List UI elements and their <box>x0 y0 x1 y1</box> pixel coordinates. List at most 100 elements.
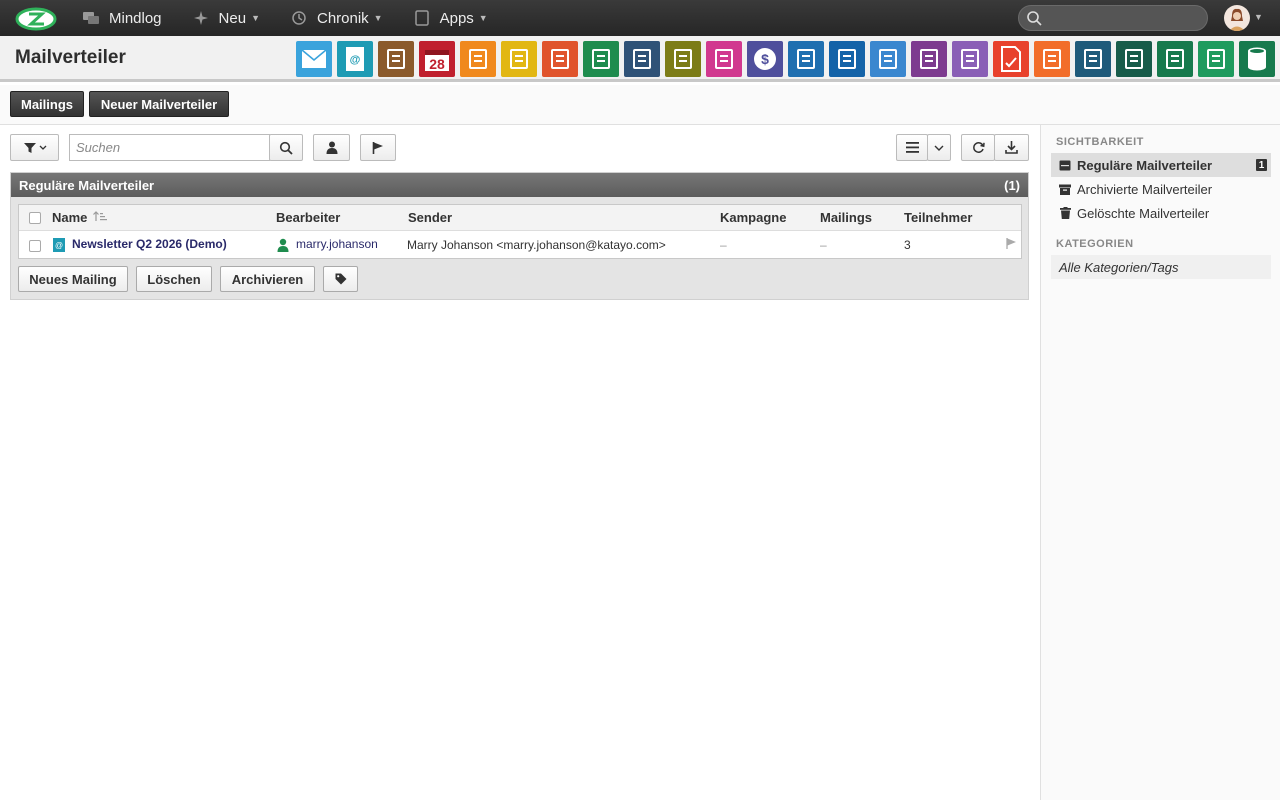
sidebar-item-archived[interactable]: Archivierte Mailverteiler <box>1051 177 1271 201</box>
moneybag-icon <box>876 47 900 71</box>
categories-heading: KATEGORIEN <box>1056 238 1134 250</box>
app-certificate-button[interactable] <box>911 41 947 77</box>
app-tasks-button[interactable] <box>501 41 537 77</box>
user-filter-button[interactable] <box>313 134 350 161</box>
project-icon <box>548 47 572 71</box>
flag-filter-button[interactable] <box>360 134 396 161</box>
sidebar-item-regular[interactable]: Reguläre Mailverteiler 1 <box>1051 153 1271 177</box>
document-icon <box>671 47 695 71</box>
delete-button[interactable]: Löschen <box>136 266 212 292</box>
nav-mindlog-label: Mindlog <box>109 9 162 27</box>
contacts-icon <box>384 47 408 71</box>
mailings-button[interactable]: Mailings <box>10 91 84 117</box>
chevron-down-icon[interactable]: ▼ <box>1254 12 1263 22</box>
download-icon <box>1005 141 1018 154</box>
top-bar: Mindlog Neu ▼ Chronik ▼ Apps ▼ ▼ <box>0 0 1280 36</box>
search-button[interactable] <box>269 134 303 161</box>
nav-apps-label: Apps <box>439 9 474 27</box>
inbox-icon <box>1059 159 1071 171</box>
nav-chronik[interactable]: Chronik ▼ <box>290 0 383 36</box>
view-dropdown-button[interactable] <box>927 134 951 161</box>
new-mailing-button[interactable]: Neues Mailing <box>18 266 128 292</box>
archive-button[interactable]: Archivieren <box>220 266 315 292</box>
stopwatch-icon <box>466 47 490 71</box>
envelope-icon <box>301 49 327 69</box>
bookmark-icon <box>630 47 654 71</box>
column-mailings[interactable]: Mailings <box>820 210 872 225</box>
app-coins-button[interactable] <box>1157 41 1193 77</box>
column-campaign[interactable]: Kampagne <box>720 210 786 225</box>
app-stopwatch-button[interactable] <box>460 41 496 77</box>
app-download-button[interactable] <box>1075 41 1111 77</box>
svg-text:@: @ <box>350 54 361 66</box>
editor-link[interactable]: marry.johanson <box>296 237 378 251</box>
sidebar-item-label: Reguläre Mailverteiler <box>1077 157 1213 173</box>
download-button[interactable] <box>994 134 1029 161</box>
tab-bar: Mailings Neuer Mailverteiler <box>0 85 1280 125</box>
nav-neu[interactable]: Neu ▼ <box>192 0 260 36</box>
filter-button[interactable] <box>10 134 59 161</box>
history-icon <box>290 9 308 27</box>
tasks-icon <box>507 47 531 71</box>
view-list-button[interactable] <box>896 134 928 161</box>
app-database-button[interactable] <box>1239 41 1275 77</box>
list-icon <box>905 142 919 153</box>
column-name[interactable]: Name <box>52 210 108 225</box>
mailing-lists-panel: Reguläre Mailverteiler (1) Name Bearbeit… <box>10 172 1029 300</box>
database-icon <box>1246 46 1268 72</box>
global-search-input[interactable] <box>1018 5 1208 31</box>
sidebar-item-all-categories[interactable]: Alle Kategorien/Tags <box>1051 255 1271 279</box>
campaign-value: – <box>720 238 727 252</box>
cashier-icon <box>712 47 736 71</box>
app-notes-button[interactable] <box>583 41 619 77</box>
app-cashier-button[interactable] <box>706 41 742 77</box>
user-icon <box>326 141 337 154</box>
panel-header: Reguläre Mailverteiler (1) <box>11 173 1028 197</box>
new-mailing-list-button[interactable]: Neuer Mailverteiler <box>89 91 229 117</box>
mailing-list-name-link[interactable]: Newsletter Q2 2026 (Demo) <box>72 237 227 251</box>
sidebar-item-label: Alle Kategorien/Tags <box>1059 259 1179 275</box>
svg-text:$: $ <box>761 51 769 67</box>
select-all-checkbox[interactable] <box>29 212 41 224</box>
chevron-down-icon <box>934 145 944 151</box>
panel-title: Reguläre Mailverteiler <box>19 177 155 193</box>
nav-apps[interactable]: Apps ▼ <box>413 0 488 36</box>
app-envelope-button[interactable] <box>296 41 332 77</box>
app-handshake-button[interactable] <box>952 41 988 77</box>
nav-mindlog[interactable]: Mindlog <box>82 0 162 36</box>
app-dollar-button[interactable]: $ <box>747 41 783 77</box>
sidebar-item-deleted[interactable]: Gelöschte Mailverteiler <box>1051 201 1271 225</box>
svg-text:28: 28 <box>429 56 445 72</box>
chat-icon <box>82 9 100 27</box>
app-pricetag-button[interactable] <box>1198 41 1234 77</box>
search-input[interactable] <box>69 134 270 161</box>
app-broadcast-button[interactable] <box>1034 41 1070 77</box>
app-bookmark-button[interactable] <box>624 41 660 77</box>
app-cart-button[interactable] <box>1116 41 1152 77</box>
app-calendar-button[interactable]: 28 <box>419 41 455 77</box>
app-truck-button[interactable] <box>788 41 824 77</box>
column-editor[interactable]: Bearbeiter <box>276 210 340 225</box>
row-checkbox[interactable] <box>29 240 41 252</box>
tablet-icon <box>413 9 431 27</box>
avatar[interactable] <box>1224 5 1250 31</box>
app-pdf-button[interactable] <box>993 41 1029 77</box>
app-contacts-button[interactable] <box>378 41 414 77</box>
refresh-button[interactable] <box>961 134 995 161</box>
svg-text:@: @ <box>55 241 63 250</box>
app-piggybank-button[interactable] <box>829 41 865 77</box>
notes-icon <box>589 47 613 71</box>
cart-icon <box>1122 47 1146 71</box>
app-address-book-button[interactable]: @ <box>337 41 373 77</box>
column-sender[interactable]: Sender <box>408 210 452 225</box>
app-document-button[interactable] <box>665 41 701 77</box>
sidebar-item-label: Archivierte Mailverteiler <box>1077 181 1213 197</box>
sender-value: Marry Johanson <marry.johanson@katayo.co… <box>407 238 666 252</box>
tag-button[interactable] <box>323 266 358 292</box>
logo-icon[interactable] <box>14 5 58 31</box>
app-moneybag-button[interactable] <box>870 41 906 77</box>
column-participants[interactable]: Teilnehmer <box>904 210 972 225</box>
flag-icon[interactable] <box>1006 238 1017 252</box>
app-project-button[interactable] <box>542 41 578 77</box>
column-name-label: Name <box>52 210 88 225</box>
